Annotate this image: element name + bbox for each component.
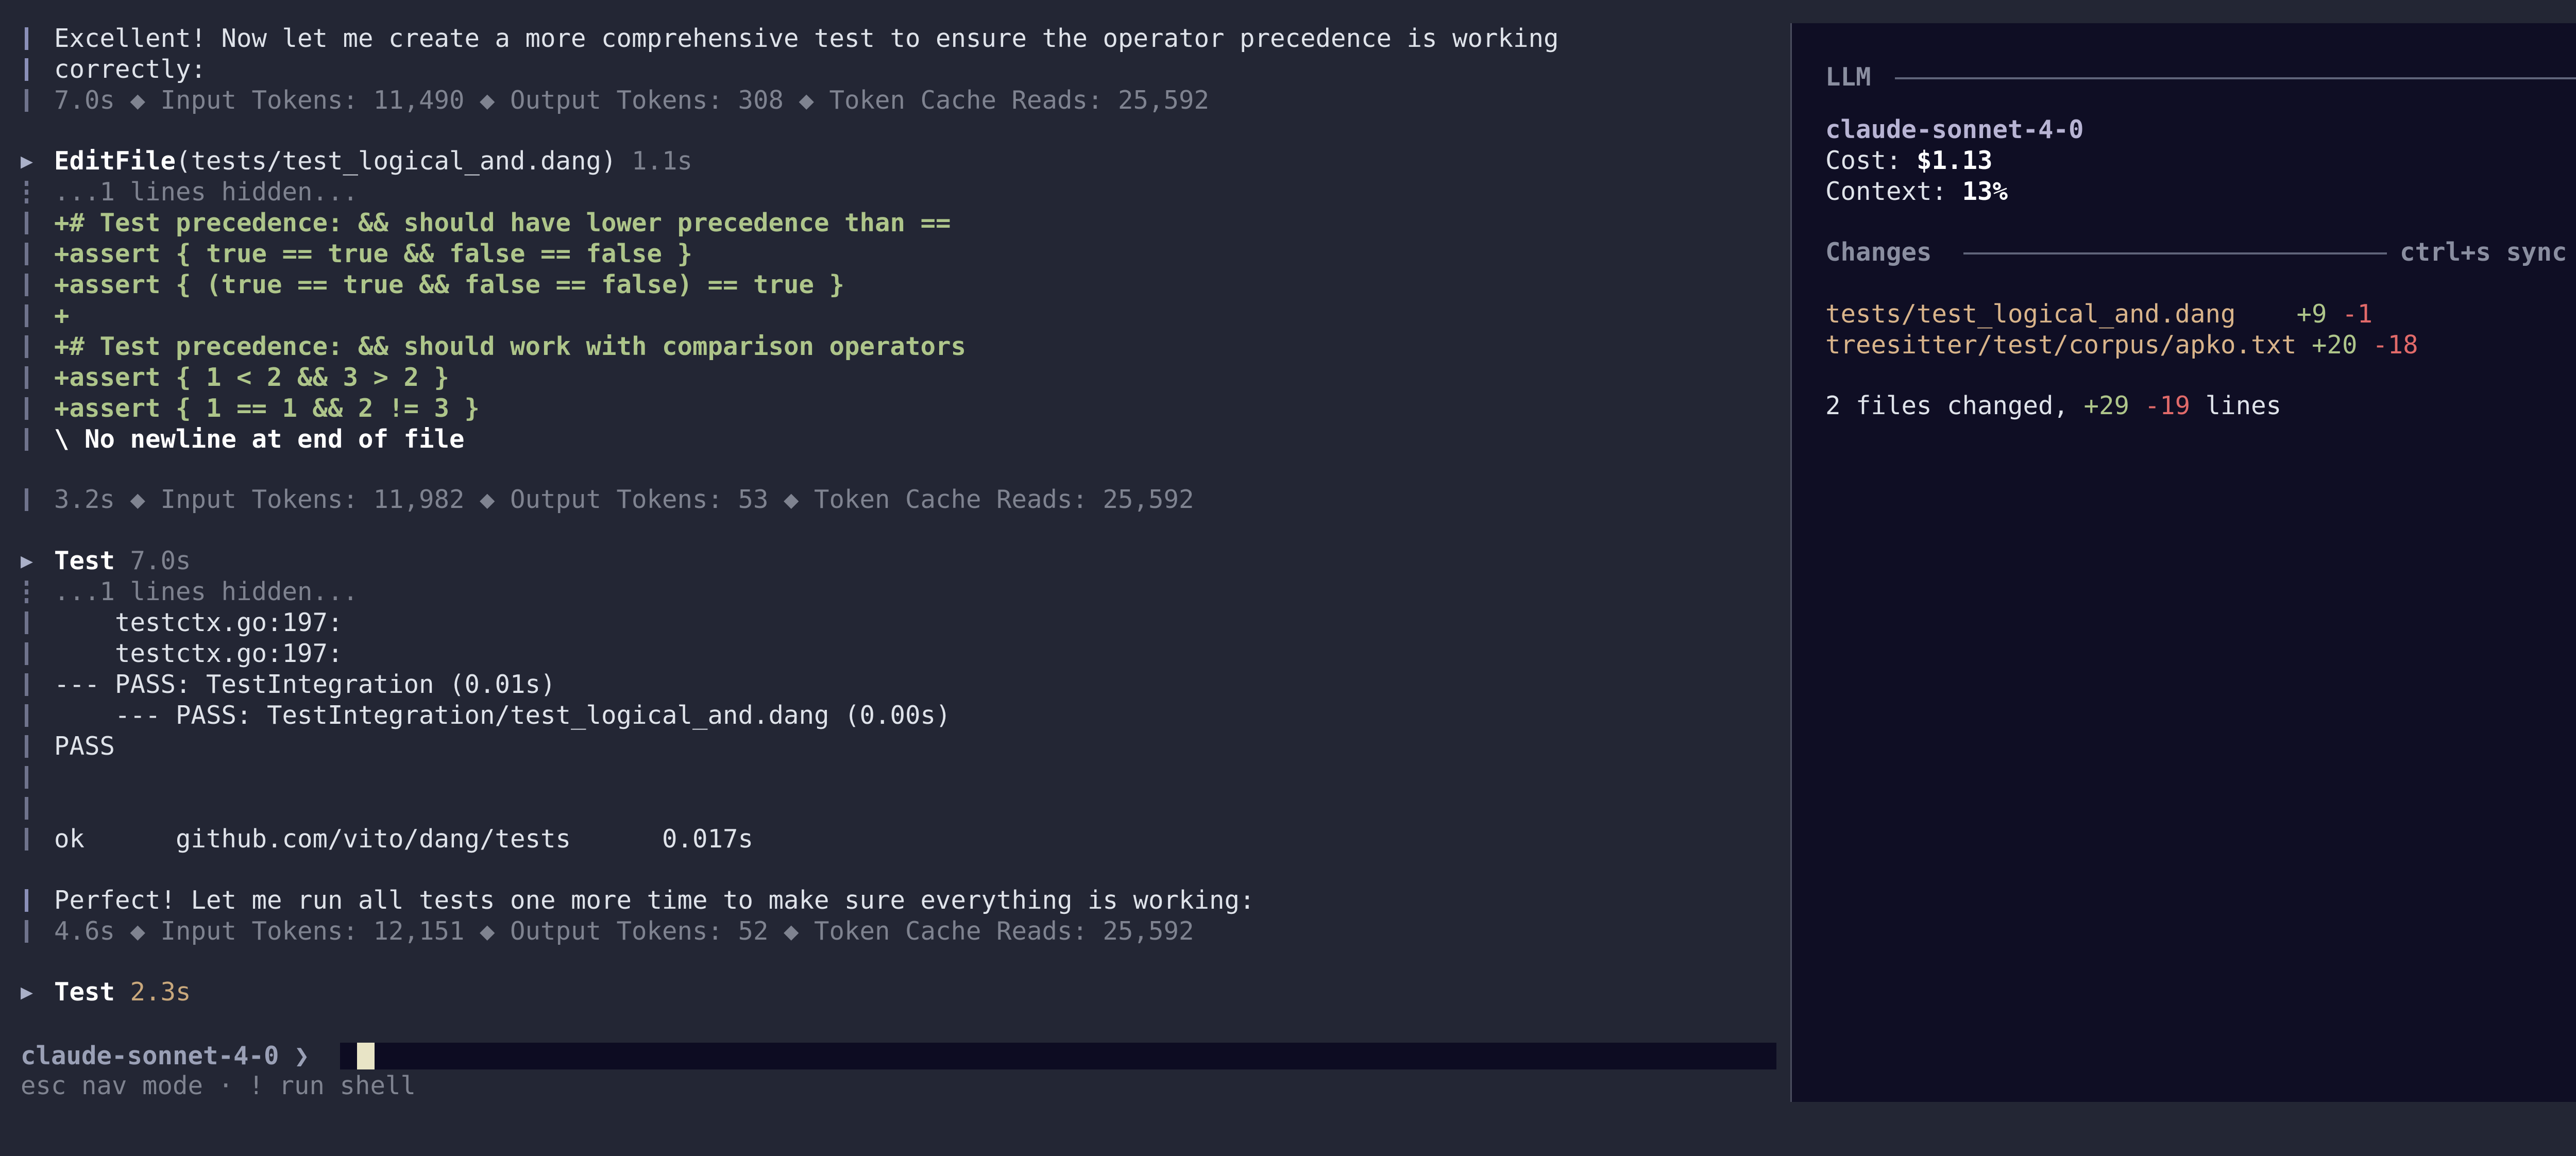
expand-triangle-icon[interactable]: ▶ (21, 977, 33, 1008)
expand-triangle-icon[interactable]: ▶ (21, 146, 33, 177)
llm-context: Context: 13% (1825, 177, 2008, 206)
keyboard-hint: esc nav mode · ! run shell (21, 1071, 416, 1100)
llm-header: LLM (1825, 62, 1871, 92)
message-meta: 4.6s ◆ Input Tokens: 12,151 ◆ Output Tok… (21, 916, 1194, 947)
prompt: claude-sonnet-4-0 ❯ (21, 1041, 1776, 1072)
assistant-message: Excellent! Now let me create a more comp… (21, 23, 1559, 54)
changed-file[interactable]: tests/test_logical_and.dang +9 -1 (1825, 299, 2372, 330)
tool-call-test[interactable]: ▶ Test 7.0s (21, 546, 191, 576)
side-panel: LLM claude-sonnet-4-0 Cost: $1.13 Contex… (1792, 23, 2576, 1102)
prompt-chevron-icon: ❯ (294, 1041, 310, 1070)
message-meta: 3.2s ◆ Input Tokens: 11,982 ◆ Output Tok… (21, 484, 1194, 515)
hidden-lines-indicator[interactable]: ...1 lines hidden... (21, 576, 358, 607)
tool-call-editfile[interactable]: ▶ EditFile(tests/test_logical_and.dang) … (21, 146, 692, 177)
expand-triangle-icon[interactable]: ▶ (21, 546, 33, 576)
changes-summary: 2 files changed, +29 -19 lines (1825, 391, 2282, 420)
hidden-lines-indicator[interactable]: ...1 lines hidden... (21, 177, 358, 208)
llm-model: claude-sonnet-4-0 (1825, 115, 2084, 144)
text-cursor (357, 1043, 375, 1069)
conversation-log: Excellent! Now let me create a more comp… (21, 23, 1559, 1008)
assistant-message: Perfect! Let me run all tests one more t… (21, 885, 1255, 916)
changes-header: Changes (1825, 237, 1932, 267)
message-meta: 7.0s ◆ Input Tokens: 11,490 ◆ Output Tok… (21, 85, 1209, 116)
tool-call-test[interactable]: ▶ Test 2.3s (21, 977, 191, 1008)
prompt-model: claude-sonnet-4-0 (21, 1041, 279, 1070)
assistant-message-cont: correctly: (21, 54, 206, 85)
llm-header-rule (1895, 77, 2576, 79)
sync-shortcut[interactable]: ctrl+s sync (2400, 237, 2567, 268)
llm-cost: Cost: $1.13 (1825, 146, 1993, 175)
changes-header-rule (1963, 252, 2387, 254)
changed-file[interactable]: treesitter/test/corpus/apko.txt +20 -18 (1825, 330, 2418, 361)
